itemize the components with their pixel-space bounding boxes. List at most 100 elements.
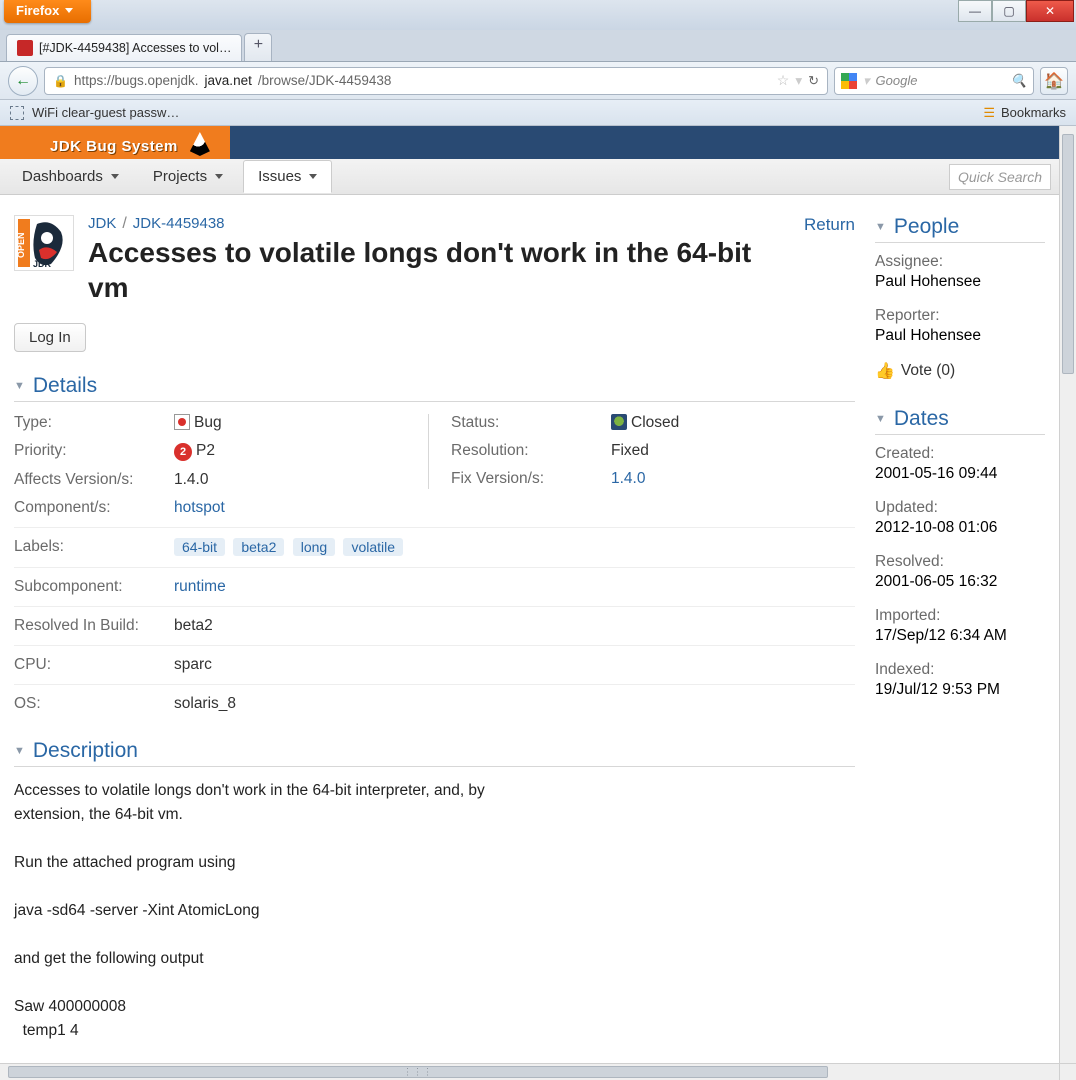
label-updated: Updated:	[875, 499, 1045, 517]
priority-icon: 2	[174, 443, 192, 461]
nav-dashboards[interactable]: Dashboards	[8, 161, 133, 192]
google-icon	[841, 73, 857, 89]
bookmark-item[interactable]: WiFi clear-guest passw…	[32, 105, 179, 120]
favicon	[17, 40, 33, 56]
tab-title: [#JDK-4459438] Accesses to vol…	[39, 41, 231, 55]
firefox-menu-button[interactable]: Firefox	[4, 0, 91, 23]
new-tab-button[interactable]: +	[244, 33, 272, 61]
label-type: Type:	[14, 414, 174, 432]
page-content: JDK Bug System Dashboards Projects Issue…	[0, 126, 1059, 1063]
separator: ▾	[795, 73, 802, 89]
value-component[interactable]: hotspot	[174, 499, 225, 516]
placeholder-icon	[10, 106, 24, 120]
url-prefix: https://bugs.openjdk.	[74, 73, 199, 88]
url-bar[interactable]: 🔒 https://bugs.openjdk. java.net/browse/J…	[44, 67, 828, 95]
section-people: People	[894, 215, 959, 239]
label-status: Status:	[451, 414, 611, 432]
scroll-corner	[1059, 1063, 1076, 1080]
home-button[interactable]: 🏠	[1040, 67, 1068, 95]
login-button[interactable]: Log In	[14, 323, 86, 352]
tab-strip: [#JDK-4459438] Accesses to vol… +	[0, 30, 1076, 62]
label-resolution: Resolution:	[451, 442, 611, 460]
maximize-button[interactable]: ▢	[992, 0, 1026, 22]
issue-key-link[interactable]: JDK-4459438	[133, 215, 225, 232]
breadcrumb: JDK/JDK-4459438	[88, 215, 790, 233]
label-os: OS:	[14, 684, 174, 713]
label-labels: Labels:	[14, 527, 174, 557]
value-fixver[interactable]: 1.4.0	[611, 470, 645, 487]
value-imported: 17/Sep/12 6:34 AM	[875, 627, 1045, 645]
window-titlebar: Firefox — ▢ ✕	[0, 0, 1076, 30]
project-link[interactable]: JDK	[88, 215, 116, 232]
svg-text:OPEN: OPEN	[17, 232, 26, 258]
label-created: Created:	[875, 445, 1045, 463]
value-reporter: Paul Hohensee	[875, 327, 1045, 345]
label-chip[interactable]: 64-bit	[174, 538, 225, 556]
scroll-thumb[interactable]: ⋮⋮⋮	[8, 1066, 828, 1078]
label-reporter: Reporter:	[875, 307, 1045, 325]
value-affects: 1.4.0	[174, 471, 418, 489]
bug-icon	[174, 414, 190, 430]
return-link[interactable]: Return	[804, 215, 855, 234]
label-chip[interactable]: volatile	[343, 538, 403, 556]
label-subcomponent: Subcomponent:	[14, 567, 174, 596]
bookmarks-menu[interactable]: Bookmarks	[1001, 105, 1066, 120]
vertical-scrollbar[interactable]	[1059, 126, 1076, 1063]
reload-icon[interactable]: ↻	[808, 73, 819, 89]
label-cpu: CPU:	[14, 645, 174, 674]
minimize-button[interactable]: —	[958, 0, 992, 22]
value-subcomponent[interactable]: runtime	[174, 578, 226, 595]
chevron-down-icon	[309, 174, 317, 179]
collapse-icon[interactable]: ▼	[14, 745, 25, 757]
lock-icon: 🔒	[53, 74, 68, 88]
label-imported: Imported:	[875, 607, 1045, 625]
scroll-thumb[interactable]	[1062, 134, 1074, 374]
bookmarks-icon: ☰	[983, 105, 995, 121]
value-created: 2001-05-16 09:44	[875, 465, 1045, 483]
section-description: Description	[33, 739, 138, 763]
search-bar[interactable]: ▾ Google 🔍	[834, 67, 1034, 95]
window-controls: — ▢ ✕	[958, 0, 1074, 22]
search-placeholder: Google	[876, 73, 918, 88]
bookmarks-toolbar: WiFi clear-guest passw… ☰ Bookmarks	[0, 100, 1076, 126]
label-chip[interactable]: beta2	[233, 538, 284, 556]
label-resolved: Resolved:	[875, 553, 1045, 571]
label-indexed: Indexed:	[875, 661, 1045, 679]
issue-summary: Accesses to volatile longs don't work in…	[88, 235, 790, 305]
url-host: java.net	[205, 73, 252, 88]
collapse-icon[interactable]: ▼	[875, 221, 886, 233]
back-button[interactable]: ←	[8, 66, 38, 96]
label-chip[interactable]: long	[293, 538, 335, 556]
value-labels: 64-bit beta2 long volatile	[174, 527, 855, 557]
app-logo-text: JDK Bug System	[50, 138, 178, 159]
thumbs-up-icon: 👍	[875, 361, 895, 381]
app-header: JDK Bug System	[0, 126, 1059, 159]
duke-icon	[184, 126, 218, 159]
value-resolved: 2001-06-05 16:32	[875, 573, 1045, 591]
nav-projects[interactable]: Projects	[139, 161, 237, 192]
value-cpu: sparc	[174, 645, 855, 674]
value-os: solaris_8	[174, 684, 855, 713]
close-button[interactable]: ✕	[1026, 0, 1074, 22]
collapse-icon[interactable]: ▼	[14, 380, 25, 392]
vote-link[interactable]: Vote (0)	[901, 362, 955, 380]
browser-tab[interactable]: [#JDK-4459438] Accesses to vol…	[6, 34, 242, 61]
quick-search[interactable]: Quick Search	[949, 164, 1051, 190]
collapse-icon[interactable]: ▼	[875, 413, 886, 425]
chevron-down-icon	[215, 174, 223, 179]
value-updated: 2012-10-08 01:06	[875, 519, 1045, 537]
url-path: /browse/JDK-4459438	[258, 73, 392, 88]
value-indexed: 19/Jul/12 9:53 PM	[875, 681, 1045, 699]
section-details: Details	[33, 374, 97, 398]
nav-toolbar: ← 🔒 https://bugs.openjdk. java.net/browse…	[0, 62, 1076, 100]
value-status: Closed	[611, 414, 855, 432]
bookmark-star-icon[interactable]: ☆	[777, 72, 790, 89]
app-nav: Dashboards Projects Issues Quick Search	[0, 159, 1059, 195]
horizontal-scrollbar[interactable]: ⋮⋮⋮	[0, 1063, 1059, 1080]
search-icon[interactable]: 🔍	[1011, 73, 1027, 89]
label-assignee: Assignee:	[875, 253, 1045, 271]
value-priority: 2P2	[174, 442, 418, 461]
value-resolved-build: beta2	[174, 606, 855, 635]
nav-issues[interactable]: Issues	[243, 160, 332, 193]
value-type: Bug	[174, 414, 418, 432]
